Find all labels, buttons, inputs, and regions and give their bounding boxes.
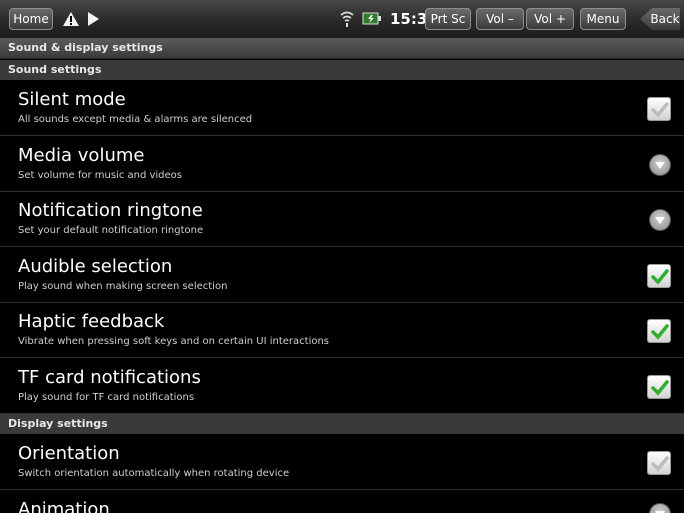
setting-summary: Play sound for TF card notifications: [18, 392, 195, 403]
checkmark-icon: [651, 324, 669, 340]
setting-orientation[interactable]: Orientation Switch orientation automatic…: [0, 435, 684, 490]
setting-media-volume[interactable]: Media volume Set volume for music and vi…: [0, 137, 684, 192]
tf-card-notifications-checkbox[interactable]: [647, 375, 671, 399]
checkmark-icon: [651, 269, 669, 285]
page-title-bar: Sound & display settings: [0, 39, 684, 59]
orientation-checkbox[interactable]: [647, 451, 671, 475]
setting-title: Silent mode: [18, 89, 126, 110]
status-bar: Home 15:39 Prt Sc Vol – Vol + Menu Back: [0, 0, 684, 39]
warning-icon[interactable]: [62, 11, 80, 27]
checkmark-icon: [651, 456, 669, 472]
back-button[interactable]: Back: [640, 8, 680, 30]
volume-up-button[interactable]: Vol +: [526, 8, 574, 30]
page-title: Sound & display settings: [8, 41, 163, 54]
setting-summary: Play sound when making screen selection: [18, 281, 228, 292]
section-header-display: Display settings: [0, 414, 684, 434]
section-label: Display settings: [8, 417, 108, 430]
setting-summary: Set your default notification ringtone: [18, 225, 204, 236]
menu-button[interactable]: Menu: [580, 8, 626, 30]
setting-title: Notification ringtone: [18, 200, 203, 221]
setting-haptic-feedback[interactable]: Haptic feedback Vibrate when pressing so…: [0, 303, 684, 358]
setting-notification-ringtone[interactable]: Notification ringtone Set your default n…: [0, 192, 684, 247]
silent-mode-checkbox[interactable]: [647, 97, 671, 121]
setting-summary: Vibrate when pressing soft keys and on c…: [18, 336, 330, 347]
setting-summary: Switch orientation automatically when ro…: [18, 468, 290, 479]
setting-animation[interactable]: Animation: [0, 491, 684, 513]
setting-title: Haptic feedback: [18, 311, 165, 332]
play-icon[interactable]: [86, 11, 100, 27]
home-button[interactable]: Home: [9, 8, 53, 30]
wifi-icon: [340, 11, 354, 27]
setting-silent-mode[interactable]: Silent mode All sounds except media & al…: [0, 81, 684, 136]
battery-icon: [362, 12, 381, 25]
haptic-feedback-checkbox[interactable]: [647, 319, 671, 343]
setting-summary: All sounds except media & alarms are sil…: [18, 114, 253, 125]
volume-down-button[interactable]: Vol –: [476, 8, 524, 30]
setting-title: Media volume: [18, 145, 145, 166]
setting-title: TF card notifications: [18, 367, 201, 388]
setting-title: Audible selection: [18, 256, 173, 277]
chevron-down-icon: [649, 209, 671, 231]
checkmark-icon: [651, 102, 669, 118]
setting-title: Animation: [18, 499, 110, 513]
chevron-down-icon: [649, 154, 671, 176]
audible-selection-checkbox[interactable]: [647, 264, 671, 288]
setting-summary: Set volume for music and videos: [18, 170, 183, 181]
setting-audible-selection[interactable]: Audible selection Play sound when making…: [0, 248, 684, 303]
section-header-sound: Sound settings: [0, 60, 684, 80]
chevron-down-icon: [649, 503, 671, 513]
setting-tf-card-notifications[interactable]: TF card notifications Play sound for TF …: [0, 359, 684, 414]
section-label: Sound settings: [8, 63, 102, 76]
setting-title: Orientation: [18, 443, 120, 464]
print-screen-button[interactable]: Prt Sc: [425, 8, 471, 30]
checkmark-icon: [651, 380, 669, 396]
